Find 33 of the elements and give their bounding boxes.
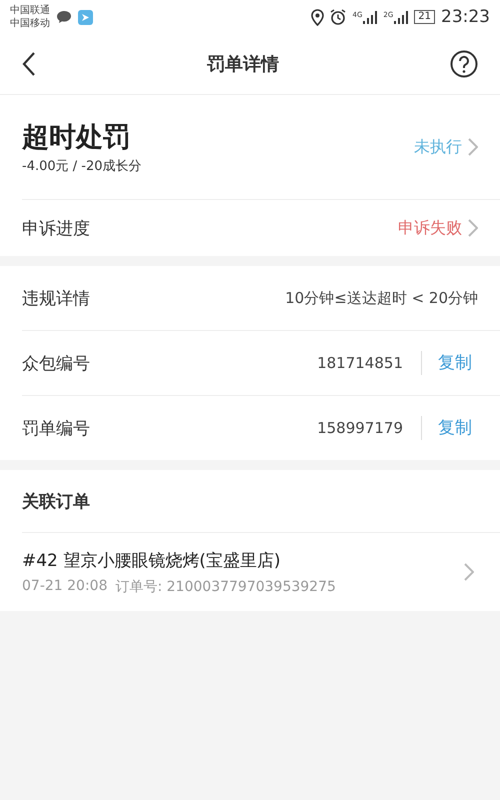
copy-link[interactable]: 复制 xyxy=(421,351,478,375)
penalty-amount: -4.00元 / -20成长分 xyxy=(22,158,142,175)
chevron-right-icon xyxy=(464,563,474,581)
chevron-right-icon xyxy=(468,138,478,156)
alarm-icon xyxy=(330,9,346,25)
carrier-name: 中国移动 xyxy=(10,17,50,30)
penalty-title: 超时处罚 xyxy=(22,121,131,155)
location-icon xyxy=(311,8,324,26)
row-label: 众包编号 xyxy=(22,352,90,374)
section-heading: 关联订单 xyxy=(22,490,90,512)
row-label: 罚单编号 xyxy=(22,418,90,440)
row-label: 违规详情 xyxy=(22,288,90,310)
order-time: 07-21 20:08 xyxy=(22,578,108,596)
row-value: 158997179 xyxy=(317,419,403,437)
row-value: 181714851 xyxy=(317,354,403,372)
clock: 23:23 xyxy=(441,7,490,27)
signal-icon xyxy=(394,10,408,24)
signal-icon xyxy=(363,10,378,24)
chevron-right-icon xyxy=(468,219,478,237)
order-title[interactable]: #42 望京小腰眼镜烧烤(宝盛里店) xyxy=(22,548,336,572)
help-icon[interactable] xyxy=(450,50,478,78)
back-icon[interactable] xyxy=(22,51,36,77)
battery-level: 21 xyxy=(414,10,435,24)
page-title: 罚单详情 xyxy=(207,53,279,76)
appeal-status[interactable]: 申诉失败 xyxy=(398,218,462,238)
row-label: 申诉进度 xyxy=(22,218,90,240)
app-icon xyxy=(78,10,93,24)
execution-status[interactable]: 未执行 xyxy=(414,136,462,158)
chat-bubble-icon xyxy=(56,10,72,24)
order-number: 订单号: 2100037797039539275 xyxy=(115,578,336,596)
carrier-name: 中国联通 xyxy=(10,4,50,17)
copy-link[interactable]: 复制 xyxy=(421,416,478,440)
row-value: 10分钟≤送达超时 < 20分钟 xyxy=(285,288,478,308)
